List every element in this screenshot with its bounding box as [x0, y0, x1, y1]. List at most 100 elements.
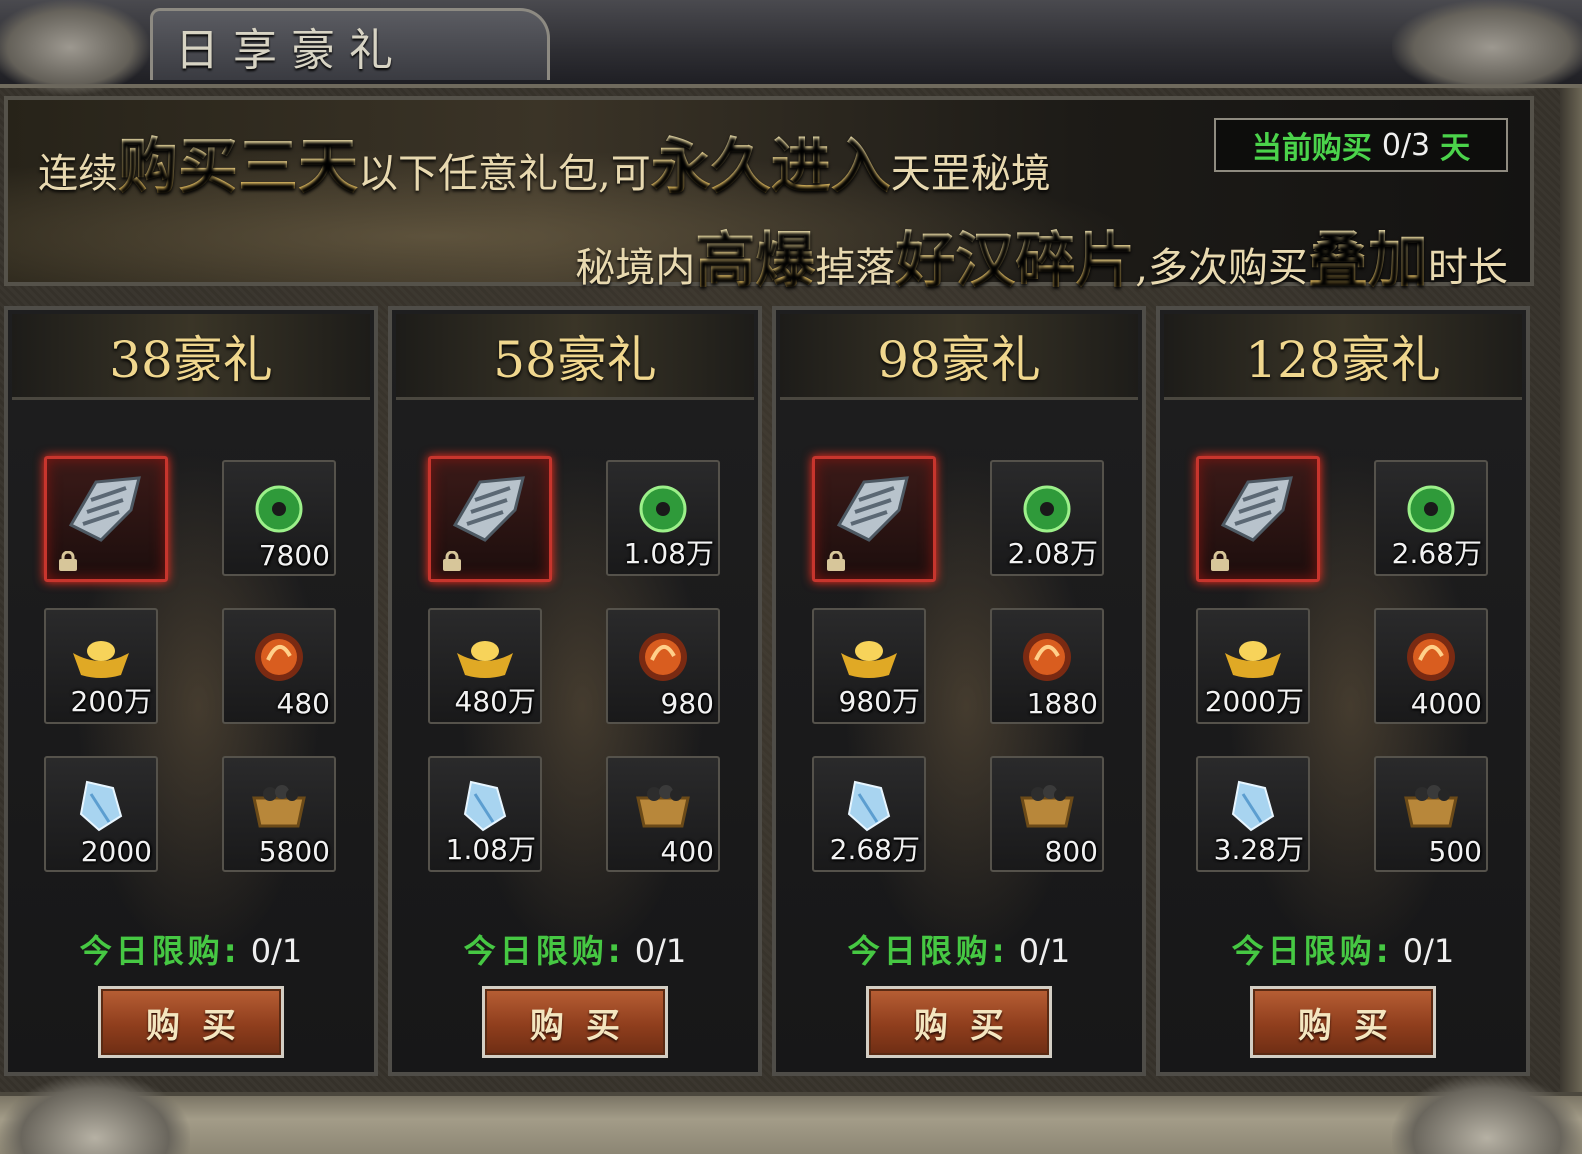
item-quantity: 1880 [1026, 687, 1098, 720]
window-title: 日享豪礼 [175, 25, 407, 76]
banner-highlight: 好汉碎片 [895, 226, 1136, 296]
pack-title: 58豪礼 [396, 314, 754, 400]
title-bar: 日享豪礼 [0, 0, 1582, 95]
item-quantity: 2000万 [1204, 685, 1304, 718]
item-quantity: 980万 [838, 685, 920, 718]
daily-limit: 今日限购: 0/1 [776, 926, 1142, 972]
item-quantity: 3.28万 [1213, 833, 1304, 866]
buy-button[interactable]: 购买 [98, 986, 284, 1058]
lock-icon [441, 550, 463, 571]
item-quantity: 980 [660, 687, 714, 720]
item-slot-relic[interactable]: 800 [990, 756, 1104, 872]
relic-icon [248, 778, 310, 836]
item-slot-jade[interactable]: 2.68万 [1374, 460, 1488, 576]
daily-limit-label: 今日限购: [463, 932, 625, 970]
item-slot-gold[interactable]: 980万 [812, 608, 926, 724]
item-slot-gem[interactable]: 1.08万 [428, 756, 542, 872]
item-slot-relic[interactable]: 500 [1374, 756, 1488, 872]
armor-shard-icon [445, 470, 535, 554]
fire-orb-icon [248, 626, 310, 692]
item-quantity: 1.08万 [623, 537, 714, 570]
item-slot-jade[interactable]: 1.08万 [606, 460, 720, 576]
item-slot-relic[interactable]: 400 [606, 756, 720, 872]
banner-text: 以下任意礼包,可 [358, 151, 651, 197]
item-quantity: 500 [1428, 835, 1482, 868]
item-slot-relic[interactable]: 5800 [222, 756, 336, 872]
gold-ingot-icon [837, 635, 901, 683]
item-quantity: 7800 [258, 539, 330, 572]
buy-button[interactable]: 购买 [482, 986, 668, 1058]
item-quantity: 2.68万 [829, 833, 920, 866]
item-quantity: 4000 [1410, 687, 1482, 720]
corner-ornament-left-icon [0, 1074, 190, 1154]
item-quantity: 200万 [70, 685, 152, 718]
item-quantity: 5800 [258, 835, 330, 868]
item-slot-jade[interactable]: 2.08万 [990, 460, 1104, 576]
status-value: 0/3 [1381, 127, 1431, 163]
item-slot-gem[interactable]: 3.28万 [1196, 756, 1310, 872]
pack-card-4: 128豪礼 2.68万 2000万 4000 3.28万 500 今日限购: 0… [1156, 306, 1530, 1076]
banner-text: 秘境内 [575, 245, 696, 291]
jade-disc-icon [249, 479, 309, 543]
item-quantity: 800 [1044, 835, 1098, 868]
status-label: 当前购买 [1251, 131, 1372, 166]
banner-line-2: 秘境内高爆掉落好汉碎片,多次购买叠加时长 [575, 212, 1508, 299]
lock-icon [57, 550, 79, 571]
daily-limit-value: 0/1 [1018, 932, 1071, 970]
fire-orb-icon [632, 626, 694, 692]
item-quantity: 2000 [80, 835, 152, 868]
buy-button[interactable]: 购买 [866, 986, 1052, 1058]
item-slot-gold[interactable]: 480万 [428, 608, 542, 724]
daily-limit: 今日限购: 0/1 [1160, 926, 1526, 972]
banner-highlight: 购买三天 [118, 132, 358, 202]
banner-line-1: 连续购买三天以下任意礼包,可永久进入天罡秘境 [38, 118, 1051, 205]
pack-title: 38豪礼 [12, 314, 370, 400]
bottom-border [0, 1092, 1582, 1154]
fire-orb-icon [1016, 626, 1078, 692]
item-slot-orb[interactable]: 4000 [1374, 608, 1488, 724]
item-quantity: 2.68万 [1391, 537, 1482, 570]
item-slot-gold[interactable]: 2000万 [1196, 608, 1310, 724]
item-slot-armor-shard[interactable] [1196, 456, 1320, 582]
item-slot-orb[interactable]: 980 [606, 608, 720, 724]
item-slot-armor-shard[interactable] [44, 456, 168, 582]
item-quantity: 480 [276, 687, 330, 720]
daily-limit: 今日限购: 0/1 [392, 926, 758, 972]
item-slot-gem[interactable]: 2.68万 [812, 756, 926, 872]
daily-limit-value: 0/1 [250, 932, 303, 970]
item-slot-jade[interactable]: 7800 [222, 460, 336, 576]
daily-limit-value: 0/1 [1402, 932, 1455, 970]
status-unit: 天 [1440, 131, 1471, 166]
item-quantity: 2.08万 [1007, 537, 1098, 570]
pack-card-2: 58豪礼 1.08万 480万 980 1.08万 400 今日限购: 0/1 … [388, 306, 762, 1076]
daily-limit-label: 今日限购: [847, 932, 1009, 970]
dragon-ornament-right-icon [1392, 0, 1582, 95]
item-quantity: 400 [660, 835, 714, 868]
item-slot-armor-shard[interactable] [428, 456, 552, 582]
side-border [1560, 88, 1582, 1098]
pack-card-3: 98豪礼 2.08万 980万 1880 2.68万 800 今日限购: 0/1… [772, 306, 1146, 1076]
buy-button[interactable]: 购买 [1250, 986, 1436, 1058]
gold-ingot-icon [1221, 635, 1285, 683]
promo-banner: 连续购买三天以下任意礼包,可永久进入天罡秘境 当前购买 0/3 天 秘境内高爆掉… [4, 96, 1534, 296]
banner-highlight: 永久进入 [650, 132, 891, 202]
pack-title: 128豪礼 [1164, 314, 1522, 400]
daily-limit-label: 今日限购: [1231, 932, 1393, 970]
corner-ornament-right-icon [1392, 1074, 1582, 1154]
banner-text: ,多次购买 [1135, 245, 1308, 291]
daily-limit: 今日限购: 0/1 [8, 926, 374, 972]
item-slot-armor-shard[interactable] [812, 456, 936, 582]
daily-limit-label: 今日限购: [79, 932, 241, 970]
gold-ingot-icon [69, 635, 133, 683]
relic-icon [1016, 778, 1078, 836]
item-slot-gem[interactable]: 2000 [44, 756, 158, 872]
armor-shard-icon [829, 470, 919, 554]
item-slot-gold[interactable]: 200万 [44, 608, 158, 724]
armor-shard-icon [61, 470, 151, 554]
armor-shard-icon [1213, 470, 1303, 554]
game-window: 日享豪礼 连续购买三天以下任意礼包,可永久进入天罡秘境 当前购买 0/3 天 秘… [0, 0, 1582, 1154]
lock-icon [825, 550, 847, 571]
banner-text: 连续 [38, 151, 118, 197]
item-slot-orb[interactable]: 1880 [990, 608, 1104, 724]
item-slot-orb[interactable]: 480 [222, 608, 336, 724]
